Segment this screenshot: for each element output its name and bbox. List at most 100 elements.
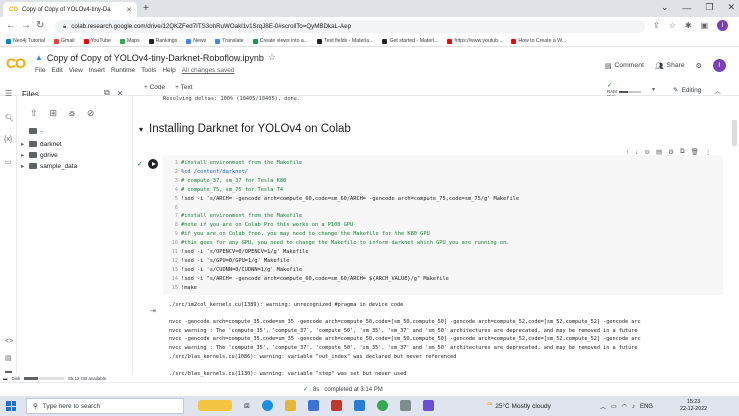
bookmark-item[interactable]: Maps xyxy=(119,38,140,44)
file-tree-item[interactable]: ▸ sample_data xyxy=(21,162,77,171)
news-widget-icon[interactable] xyxy=(198,400,232,411)
line-number: 10 xyxy=(171,240,178,247)
settings-gear-icon[interactable]: ⚙ xyxy=(696,62,702,70)
bookmark-item[interactable]: Translate xyxy=(215,38,244,44)
editing-mode[interactable]: ✎ Editing ︿ xyxy=(673,85,721,96)
expand-chevron-icon[interactable]: ▸ xyxy=(21,151,26,159)
left-icon-strip: 🔍︎ {x} ▭ <> ▤ ▬ xyxy=(0,96,17,375)
resources-dropdown-icon[interactable]: ▾ xyxy=(652,86,655,93)
menu-item-help[interactable]: Help xyxy=(162,67,175,74)
minimize-icon[interactable]: — xyxy=(682,3,691,13)
expand-chevron-icon[interactable]: ▸ xyxy=(21,140,26,148)
bookmark-star-icon[interactable]: ☆ xyxy=(669,21,676,30)
language-indicator[interactable]: ENG xyxy=(640,404,653,410)
output-line: nvcc -gencode arch=compute_35,code=sm_35… xyxy=(169,319,641,326)
bookmark-item[interactable]: News xyxy=(186,38,206,44)
settings-app-icon[interactable] xyxy=(399,400,411,411)
star-icon[interactable]: ☆ xyxy=(268,52,276,63)
code-line: 6 xyxy=(170,205,181,211)
folder-icon[interactable]: ▭ xyxy=(5,158,12,166)
menu-item-runtime[interactable]: Runtime xyxy=(111,67,135,74)
tray-expand-icon[interactable]: ︿ xyxy=(600,402,606,411)
comment-button[interactable]: ▤ Comment xyxy=(605,62,644,70)
notebook-name[interactable]: Copy of Copy of YOLOv4-tiny-Darknet-Robo… xyxy=(47,53,264,63)
task-view-icon[interactable]: ⧈ xyxy=(244,400,250,411)
bookmark-item[interactable]: Neo4j Tutorial xyxy=(6,38,45,44)
save-status-link[interactable]: All changes saved xyxy=(182,67,235,74)
disk-usage-fill xyxy=(24,376,39,380)
forward-icon[interactable]: → xyxy=(21,20,31,31)
add-code-button[interactable]: + Code xyxy=(144,84,165,91)
office-icon[interactable] xyxy=(330,400,342,411)
bookmark-label: Text fields - Materia... xyxy=(324,38,374,44)
code-snippets-icon[interactable]: <> xyxy=(5,338,13,345)
code-line: 10 #this goes for any GPU, you need to ch… xyxy=(170,240,510,247)
file-explorer-icon[interactable] xyxy=(284,400,296,411)
weather-widget[interactable]: ⛅︎ 25°C Mostly cloudy xyxy=(487,402,551,410)
back-icon[interactable]: ← xyxy=(6,20,16,31)
command-palette-icon[interactable]: ▤ xyxy=(5,354,12,362)
taskbar-clock[interactable]: 15:23 22-12-2022 xyxy=(680,399,707,413)
restore-icon[interactable]: ❐ xyxy=(705,2,713,13)
menu-item-view[interactable]: View xyxy=(69,67,83,74)
wifi-icon[interactable]: ◠ xyxy=(622,403,627,410)
section-heading[interactable]: ▾ Installing Darknet for YOLOv4 on Colab xyxy=(139,123,351,135)
extensions-icon[interactable]: ✱ xyxy=(685,21,692,30)
vscode-icon[interactable] xyxy=(353,400,365,411)
file-tree-item[interactable]: ▸ darknet xyxy=(21,140,62,149)
notebook-scrollbar[interactable] xyxy=(732,120,737,146)
colab-favicon-icon: CO xyxy=(9,6,18,13)
battery-icon[interactable]: ▭ xyxy=(611,403,617,410)
bookmark-item[interactable]: Text fields - Materia... xyxy=(317,38,373,44)
edge-icon[interactable] xyxy=(261,400,273,411)
drive-icon: ▲ xyxy=(35,53,43,62)
menu-item-file[interactable]: File xyxy=(35,67,45,74)
file-tree-item[interactable]: .. xyxy=(21,127,44,134)
bookmark-item[interactable]: Get started - Materi... xyxy=(382,38,438,44)
reload-icon[interactable]: ↻ xyxy=(36,20,44,31)
weather-text: 25°C Mostly cloudy xyxy=(495,402,551,410)
omnibox[interactable]: 🔒︎ colab.research.google.com/drive/12QKZ… xyxy=(55,20,645,33)
bookmark-item[interactable]: https://www.youtub... xyxy=(447,38,502,44)
menu-item-edit[interactable]: Edit xyxy=(51,67,62,74)
run-cell-button[interactable] xyxy=(148,159,158,169)
profile-avatar[interactable]: I xyxy=(717,20,729,31)
bookmark-item[interactable]: Rankings xyxy=(148,38,177,44)
volume-icon[interactable]: ♪ xyxy=(632,404,635,410)
bookmark-item[interactable]: YouTube xyxy=(83,38,111,44)
collapse-section-icon[interactable]: ▾ xyxy=(139,125,143,134)
execution-status[interactable]: ✓ 8s completed at 3:14 PM xyxy=(303,386,383,394)
share-page-icon[interactable]: ⇪ xyxy=(653,21,660,30)
user-avatar[interactable]: I xyxy=(712,59,726,72)
close-window-icon[interactable]: ✕ xyxy=(727,2,735,13)
add-text-button[interactable]: + Text xyxy=(175,84,192,91)
chrome-icon[interactable] xyxy=(376,400,388,411)
new-tab-icon[interactable]: + xyxy=(143,3,149,14)
tab-search-icon[interactable]: ⌄ xyxy=(661,2,669,13)
terminal-app-icon[interactable] xyxy=(422,400,434,411)
windows-start-icon[interactable] xyxy=(6,401,16,411)
menu-item-tools[interactable]: Tools xyxy=(141,67,156,74)
expand-chevron-icon[interactable]: ▸ xyxy=(21,162,26,170)
share-button[interactable]: 👥︎ Share xyxy=(655,62,685,70)
colab-logo[interactable]: CO xyxy=(6,55,26,71)
variables-icon[interactable]: {x} xyxy=(4,136,12,143)
file-tree-item[interactable]: ▸ gdrive xyxy=(21,151,58,160)
bookmark-item[interactable]: Create views into a... xyxy=(252,38,308,44)
taskbar-search[interactable]: ⚲ Type here to search xyxy=(26,398,184,414)
menu-item-insert[interactable]: Insert xyxy=(89,67,105,74)
connected-check-icon: ✓ xyxy=(607,83,613,89)
search-icon[interactable]: 🔍︎ xyxy=(5,114,14,122)
store-icon[interactable] xyxy=(307,400,319,411)
bookmark-item[interactable]: How to Create a W... xyxy=(511,38,566,44)
upload-file-icon[interactable]: ⇧ xyxy=(30,108,38,119)
bookmark-item[interactable]: Gmail xyxy=(54,38,75,44)
close-tab-icon[interactable]: ✕ xyxy=(126,6,132,14)
collapse-header-icon[interactable]: ︿ xyxy=(714,85,721,95)
browser-tab[interactable]: CO Copy of Copy of YOLOv4-tiny-Da ✕ xyxy=(3,2,137,17)
new-folder-icon[interactable]: ⊞ xyxy=(50,108,58,119)
mount-drive-icon[interactable]: ⧇ xyxy=(69,108,75,119)
sidepanel-icon[interactable]: ▣ xyxy=(701,21,709,30)
output-actions-icon[interactable]: ⇥ xyxy=(150,307,156,315)
hide-files-icon[interactable]: ⊘ xyxy=(87,108,95,119)
